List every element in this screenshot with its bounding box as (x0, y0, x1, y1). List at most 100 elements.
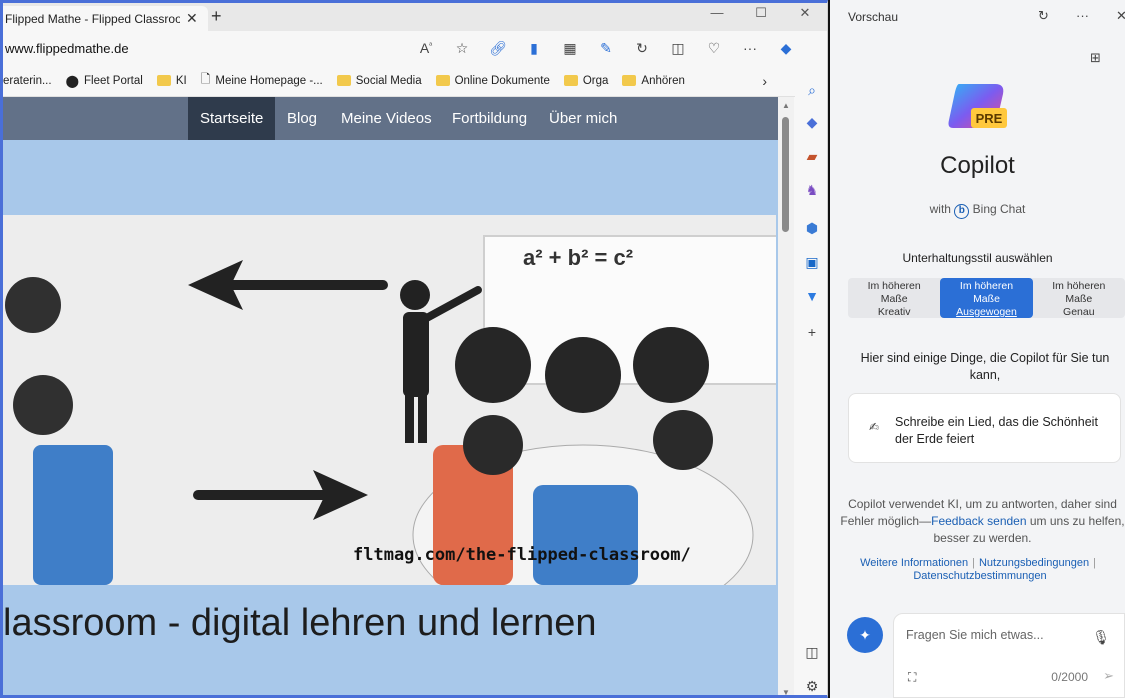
toolbar-icons: Aᵃ ☆ 🔗︎ ▮ ▦ ✎ ↻ ◫ ♡ ··· ◆ (408, 31, 804, 65)
maximize-button[interactable]: ☐ (739, 5, 783, 21)
scroll-down-icon[interactable]: ▼ (782, 688, 790, 695)
refresh-icon[interactable]: ↻ (1038, 8, 1049, 24)
formula-text: a² + b² = c² (523, 245, 634, 270)
style-ausgewogen[interactable]: Im höheren Maße Ausgewogen (940, 278, 1033, 318)
conversation-style-selector: Im höheren Maße Kreativ Im höheren Maße … (848, 278, 1125, 318)
copilot-pane: Vorschau ↻ ··· ✕ ⊞ PRE Copilot with b Bi… (830, 0, 1125, 698)
send-icon[interactable]: ➢ (1103, 668, 1114, 684)
hero-image: a² + b² = c² fltmag.com/the-flipped-clas… (3, 215, 776, 585)
tab-bar: Flipped Mathe - Flipped Classroo ✕ + — ☐… (3, 3, 827, 31)
open-new-window-icon[interactable]: ⊞ (1090, 50, 1101, 66)
page-scrollbar[interactable]: ▲ ▼ (778, 97, 794, 695)
qr-code-icon[interactable]: ▦ (552, 40, 588, 57)
more-options-icon[interactable]: ··· (1076, 8, 1089, 23)
settings-gear-icon[interactable]: ⚙ (803, 677, 821, 695)
web-page: Startseite Blog Meine Videos Fortbildung… (3, 97, 778, 695)
address-bar[interactable]: www.flippedmathe.de (3, 41, 393, 56)
close-pane-icon[interactable]: ✕ (1116, 8, 1125, 24)
page-headline: lassroom - digital lehren und lernen (3, 602, 597, 644)
image-caption: fltmag.com/the-flipped-classroom/ (353, 545, 691, 565)
bing-icon: b (954, 204, 970, 219)
sidebar-toggle-icon[interactable]: ◫ (803, 643, 821, 661)
split-screen-icon[interactable]: ◫ (660, 40, 696, 57)
nav-startseite[interactable]: Startseite (188, 97, 276, 140)
copilot-logo-icon: PRE (948, 84, 1007, 128)
feedback-link[interactable]: Feedback senden (931, 514, 1026, 528)
suggestion-card[interactable]: ✍ Schreibe ein Lied, das die Schönheit d… (848, 393, 1121, 463)
drop-icon[interactable]: ▼ (803, 287, 821, 305)
outlook-icon[interactable]: ▣ (803, 253, 821, 271)
broom-icon: ✦ (859, 626, 871, 643)
image-search-icon[interactable]: ⛶ (908, 670, 916, 685)
scroll-up-icon[interactable]: ▲ (782, 101, 790, 110)
favorite-item[interactable]: KI (156, 75, 187, 87)
new-topic-button[interactable]: ✦ (847, 617, 883, 653)
shopping-tag-icon[interactable]: ◆ (803, 113, 821, 131)
minimize-button[interactable]: — (695, 5, 739, 21)
new-tab-button[interactable]: + (211, 6, 222, 27)
favorite-item[interactable]: Anhören (622, 75, 685, 87)
favorite-item[interactable]: Social Media (336, 75, 422, 87)
folder-icon (336, 75, 351, 86)
with-bing-chat: with b Bing Chat (830, 202, 1125, 219)
more-menu-icon[interactable]: ··· (732, 40, 768, 56)
favorite-item[interactable]: ⬤ Fleet Portal (66, 74, 143, 88)
folder-icon (622, 75, 637, 86)
char-counter: 0/2000 (1051, 670, 1088, 684)
style-genau[interactable]: Im höheren Maße Genau (1033, 278, 1125, 318)
add-tool-icon[interactable]: + (803, 323, 821, 341)
folder-icon (435, 75, 450, 86)
nav-fortbildung[interactable]: Fortbildung (440, 97, 539, 140)
tab-flipped-mathe[interactable]: Flipped Mathe - Flipped Classroo ✕ (3, 6, 208, 31)
style-label: Unterhaltungsstil auswählen (902, 251, 1053, 265)
extension-icon[interactable]: ▮ (516, 40, 552, 57)
close-tab-icon[interactable]: ✕ (186, 10, 198, 27)
search-icon[interactable]: ⌕ (803, 81, 821, 99)
pen-icon[interactable]: ✎ (588, 40, 624, 57)
privacy-link[interactable]: Datenschutzbestimmungen (913, 570, 1046, 582)
edge-sidebar: ⌕ ◆ ▰ ♞ ⬢ ▣ ▼ + ◫ ⚙ (795, 31, 827, 695)
chat-input[interactable] (906, 628, 1096, 642)
page-icon: 🗋 (200, 72, 211, 86)
favorites-bar: eraterin... ⬤ Fleet Portal KI 🗋 Meine Ho… (3, 65, 827, 97)
refresh-tab-icon[interactable]: ↻ (624, 40, 660, 57)
github-icon: ⬤ (65, 73, 80, 88)
performance-icon[interactable]: ♡ (696, 40, 732, 57)
pane-title: Vorschau (848, 10, 899, 24)
more-info-link[interactable]: Weitere Informationen (860, 557, 968, 569)
address-row: www.flippedmathe.de Aᵃ ☆ 🔗︎ ▮ ▦ ✎ ↻ ◫ ♡ … (3, 31, 827, 65)
read-aloud-icon[interactable]: Aᵃ (408, 40, 444, 56)
favorite-star-icon[interactable]: ☆ (444, 40, 480, 57)
nav-meine-videos[interactable]: Meine Videos (329, 97, 444, 140)
copilot-header: Vorschau ↻ ··· ✕ ⊞ (830, 0, 1125, 65)
style-kreativ[interactable]: Im höheren Maße Kreativ (848, 278, 940, 318)
favorite-item[interactable]: Orga (563, 75, 608, 87)
copilot-name: Copilot (940, 152, 1015, 179)
site-navbar: Startseite Blog Meine Videos Fortbildung… (3, 97, 778, 140)
footer-links: Weitere Informationen | Nutzungsbedingunge… (860, 557, 1096, 582)
microphone-icon[interactable]: 🎙︎ (1092, 629, 1110, 646)
terms-link[interactable]: Nutzungsbedingungen (979, 557, 1089, 569)
scroll-thumb[interactable] (782, 117, 789, 232)
folder-icon (156, 75, 171, 86)
favorites-more-button[interactable]: › (762, 73, 767, 89)
nav-blog[interactable]: Blog (275, 97, 329, 140)
pre-badge: PRE (976, 111, 1003, 126)
close-window-button[interactable]: ✕ (783, 5, 827, 21)
edit-note-icon: ✍ (869, 420, 880, 434)
disclaimer: Copilot verwendet KI, um zu antworten, d… (840, 497, 1125, 545)
nav-ueber-mich[interactable]: Über mich (537, 97, 629, 140)
microsoft-365-icon[interactable]: ⬢ (803, 219, 821, 237)
favorite-item[interactable]: 🗋 Meine Homepage -... (201, 70, 323, 91)
favorite-item[interactable]: eraterin... (3, 75, 52, 87)
browser-window: Flipped Mathe - Flipped Classroo ✕ + — ☐… (0, 0, 828, 698)
link-icon[interactable]: 🔗︎ (480, 40, 516, 57)
window-controls: — ☐ ✕ (695, 5, 827, 21)
intro-text: Hier sind einige Dinge, die Copilot für … (860, 351, 1110, 382)
games-icon[interactable]: ♞ (803, 181, 821, 199)
tools-briefcase-icon[interactable]: ▰ (803, 147, 821, 165)
tab-title: Flipped Mathe - Flipped Classroo (5, 11, 180, 26)
favorite-item[interactable]: Online Dokumente (435, 75, 550, 87)
suggestion-text: Schreibe ein Lied, das die Schönheit der… (895, 415, 1098, 446)
chat-input-box: 🎙︎ ⛶ 0/2000 ➢ (893, 613, 1125, 698)
